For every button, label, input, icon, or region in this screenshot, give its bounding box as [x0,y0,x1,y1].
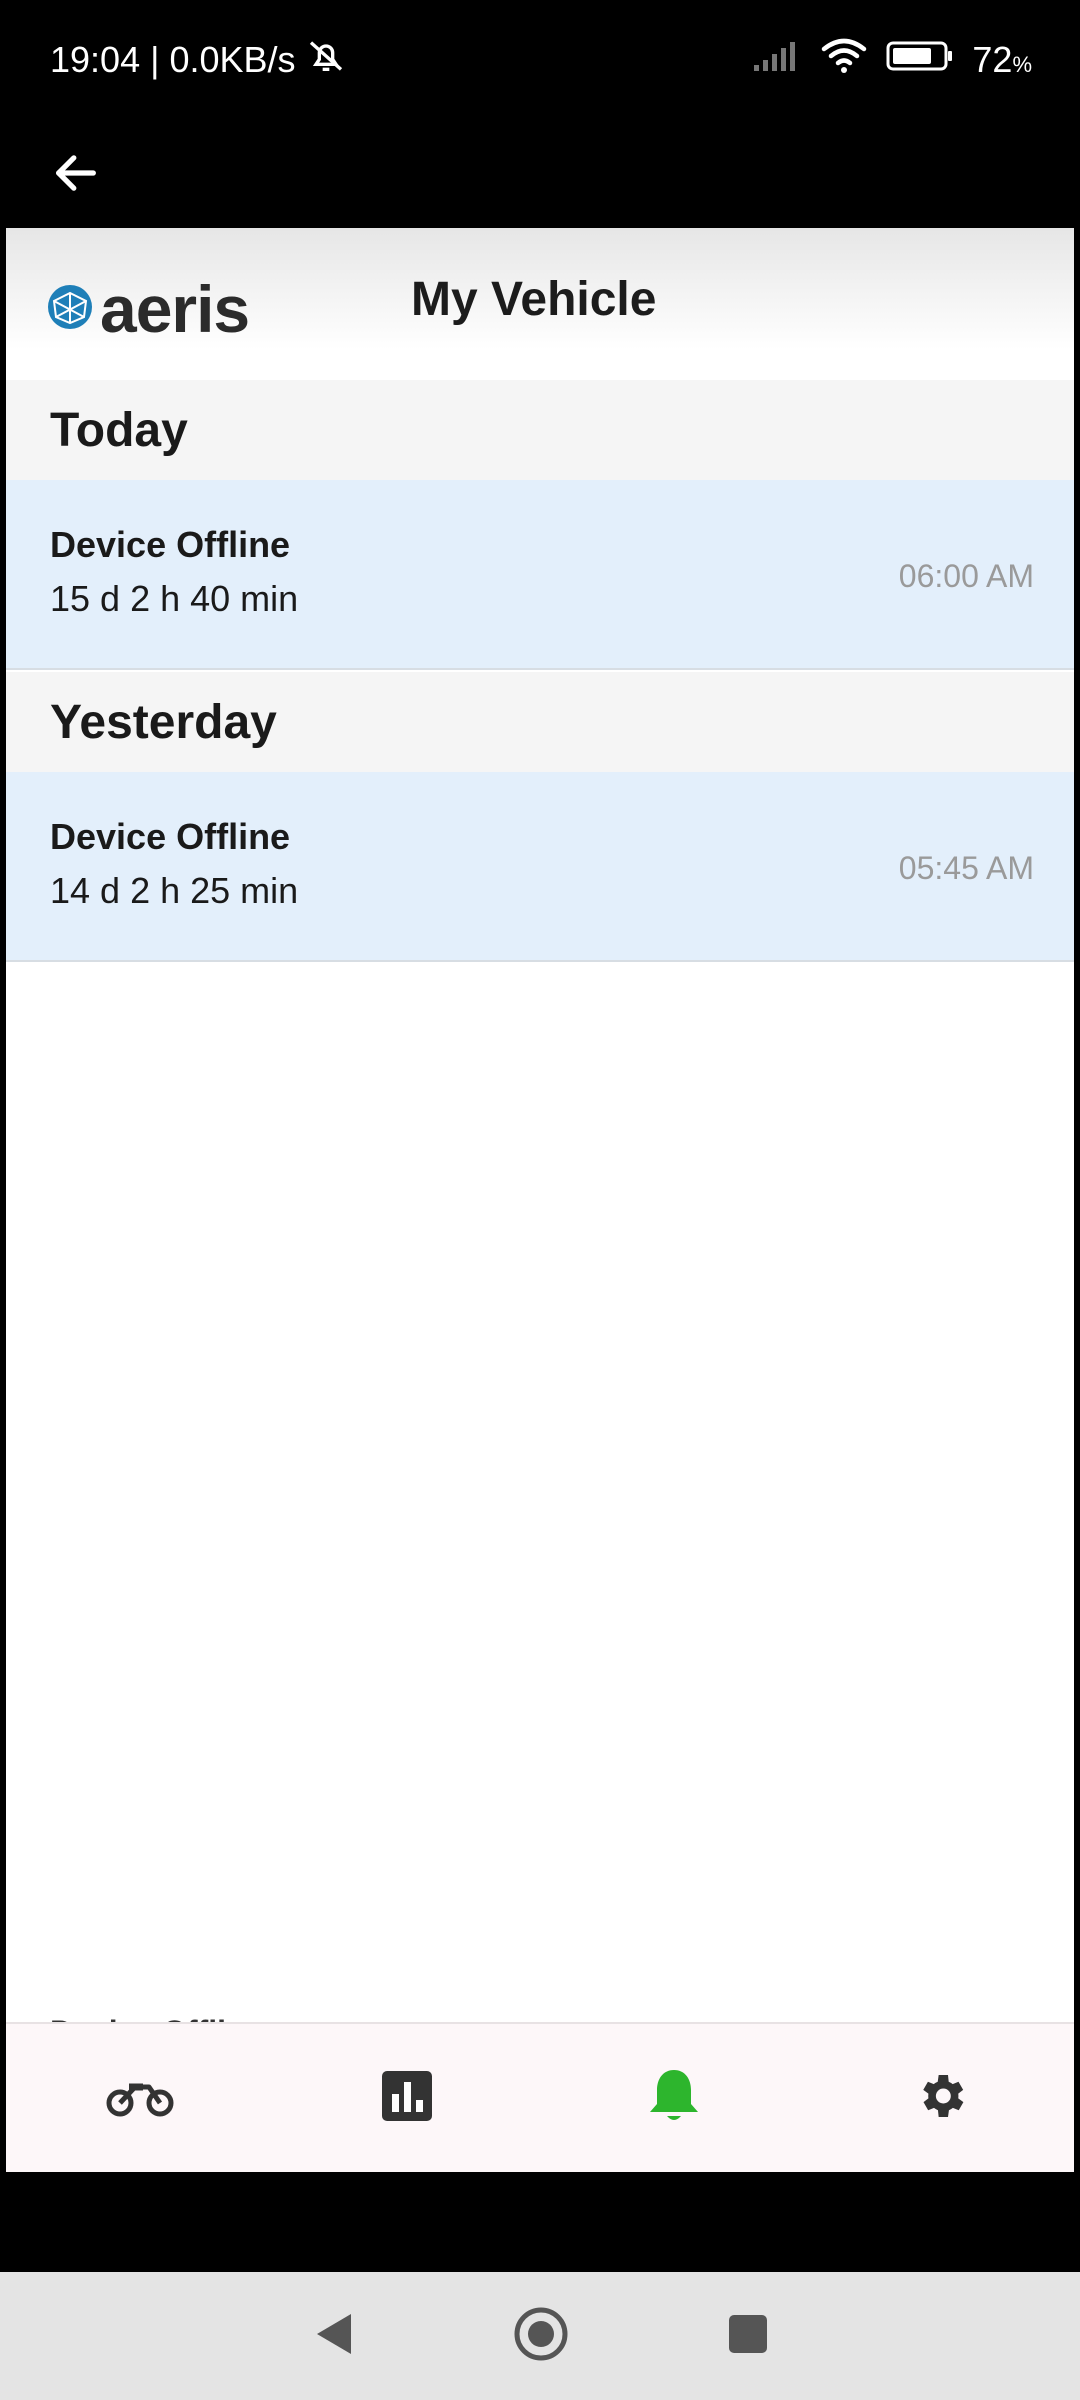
notification-time: 05:45 AM [898,850,1034,886]
aeris-globe-icon [46,283,94,336]
bar-chart-icon [381,2070,433,2127]
app-content: aeris My Vehicle Today Device Offline 15… [6,228,1074,2172]
notification-time: 06:00 AM [898,558,1034,594]
status-right: 72% [752,37,1032,84]
bell-icon [646,2066,702,2131]
aeris-logo: aeris [46,272,250,346]
battery-icon [886,39,954,82]
nav-vehicle[interactable] [80,2038,200,2158]
status-left: 19:04 | 0.0KB/s [50,36,346,85]
motorcycle-icon [105,2073,175,2124]
nav-settings[interactable] [881,2038,1001,2158]
section-header-yesterday: Yesterday [6,672,1074,772]
clock: 19:04 [50,39,141,80]
list-item[interactable]: Device Offline 14 d 2 h 25 min 05:45 AM [6,772,1074,962]
battery-level: 72% [972,39,1032,80]
notification-duration: 15 d 2 h 40 min [50,578,299,619]
signal-icon [752,39,802,82]
notification-title: Device Offline [50,524,291,565]
list-item[interactable]: Device Offline 15 d 2 h 40 min 06:00 AM [6,480,1074,670]
system-navigation-bar [0,2272,1080,2400]
status-bar: 19:04 | 0.0KB/s 72% [0,0,1080,120]
home-circle-icon[interactable] [513,2306,569,2367]
nav-stats[interactable] [347,2038,467,2158]
app-header: aeris My Vehicle [6,228,1074,380]
page-title: My Vehicle [411,273,657,326]
bell-muted-icon [306,36,346,85]
status-separator: | [150,39,160,80]
network-speed: 0.0KB/s [169,39,296,80]
back-arrow-icon[interactable] [50,147,102,204]
logo-text: aeris [100,272,250,346]
back-triangle-icon[interactable] [311,2310,355,2363]
notification-title: Device Offline [50,816,291,857]
nav-alerts[interactable] [614,2038,734,2158]
notification-duration: 14 d 2 h 25 min [50,870,299,911]
gear-icon [913,2068,969,2129]
wifi-icon [820,37,868,84]
toolbar [0,120,1080,230]
section-header-today: Today [6,380,1074,480]
bottom-navigation [6,2022,1074,2172]
recents-square-icon[interactable] [727,2313,769,2360]
